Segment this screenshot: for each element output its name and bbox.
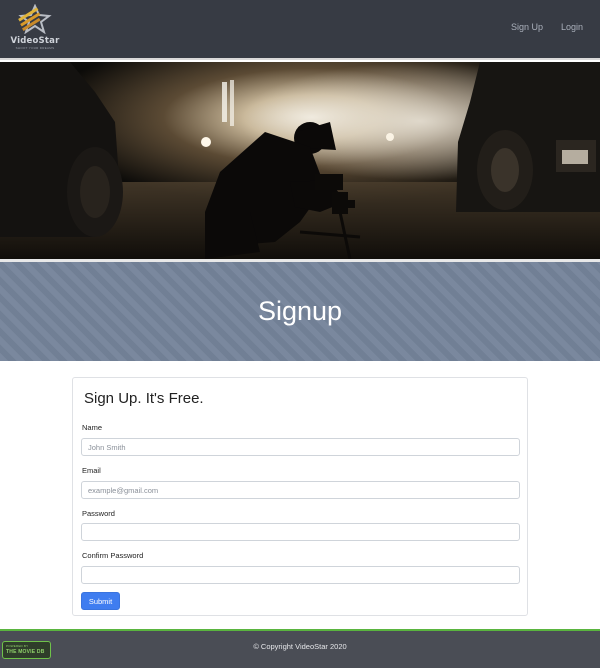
submit-button[interactable]: Submit (81, 592, 120, 610)
name-label: Name (82, 423, 103, 432)
email-input[interactable] (81, 481, 520, 499)
page-title: Signup (257, 296, 343, 326)
hero-image (0, 62, 600, 259)
password-label: Password (82, 509, 115, 518)
password-input[interactable] (81, 523, 520, 541)
page-footer: POWERED BY THE MOVIE DB © Copyright Vide… (0, 629, 600, 668)
hero-photo (0, 62, 600, 259)
form-title: Sign Up. It's Free. (84, 390, 204, 407)
nav-links: Sign Up Login (511, 22, 583, 32)
name-input[interactable] (81, 438, 520, 456)
nav-login-link[interactable]: Login (561, 22, 583, 32)
copyright-text: © Copyright VideoStar 2020 (253, 642, 347, 651)
brand-name: VideoStar (10, 36, 60, 46)
signup-card: Sign Up. It's Free. Name Email Password … (72, 377, 528, 616)
page-banner: Signup (0, 262, 600, 361)
confirm-password-label: Confirm Password (82, 551, 144, 560)
brand-logo[interactable]: VideoStar SHOOT YOUR DREAMS (9, 4, 61, 50)
top-navbar: VideoStar SHOOT YOUR DREAMS Sign Up Logi… (0, 0, 600, 60)
email-label: Email (82, 466, 101, 475)
brand-tagline: SHOOT YOUR DREAMS (15, 46, 55, 50)
confirm-password-input[interactable] (81, 566, 520, 584)
nav-signup-link[interactable]: Sign Up (511, 22, 543, 32)
star-logo-icon (18, 4, 52, 34)
